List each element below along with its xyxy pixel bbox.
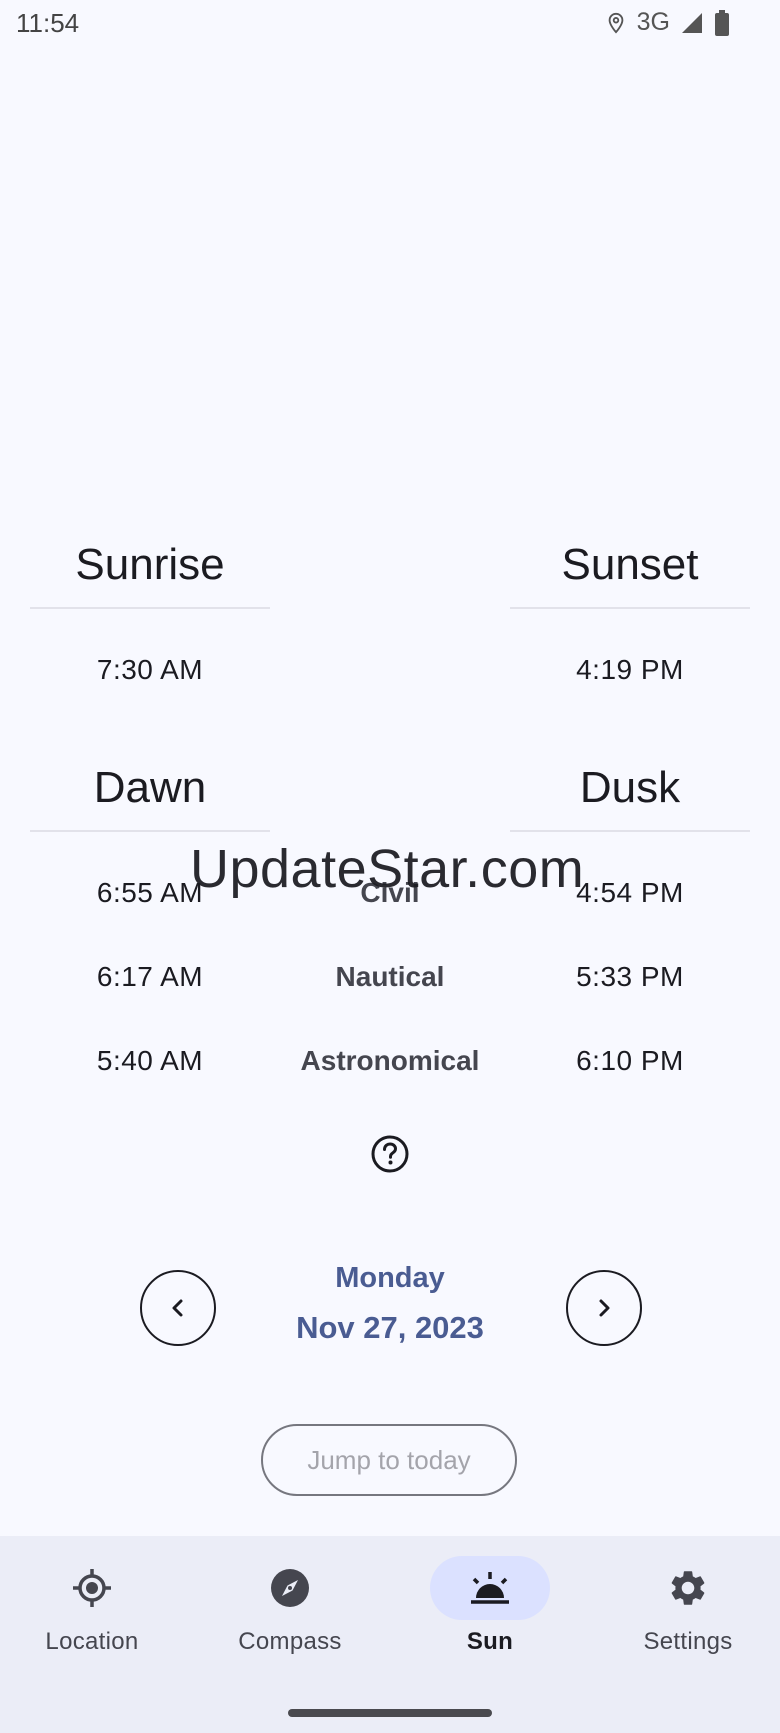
sunset-title: Sunset <box>561 540 699 589</box>
signal-icon <box>680 11 704 35</box>
nav-label-location: Location <box>45 1628 139 1655</box>
dawn-divider <box>30 830 270 832</box>
nav-label-compass: Compass <box>238 1628 342 1655</box>
chevron-left-icon <box>172 1299 183 1317</box>
sunrise-time: 7:30 AM <box>96 654 204 685</box>
nav-pill-location <box>32 1556 152 1620</box>
nav-item-compass[interactable]: Compass <box>210 1556 370 1676</box>
nav-pill-sun <box>430 1556 550 1620</box>
previous-day-button[interactable] <box>140 1270 216 1346</box>
battery-icon <box>714 9 730 36</box>
location-pin-icon <box>605 10 627 36</box>
status-time: 11:54 <box>16 8 80 38</box>
nautical-label: Nautical <box>335 961 445 992</box>
sunrise-title: Sunrise <box>75 540 225 589</box>
jump-to-today-button[interactable]: Jump to today <box>261 1424 517 1496</box>
sunrise-divider <box>30 607 270 609</box>
network-type: 3G <box>636 8 670 36</box>
next-day-button[interactable] <box>566 1270 642 1346</box>
dawn-title: Dawn <box>93 763 207 812</box>
dusk-title: Dusk <box>579 763 681 812</box>
astronomical-dawn-time: 5:40 AM <box>96 1045 204 1076</box>
status-bar: 11:54 3G <box>0 0 780 48</box>
nav-item-location[interactable]: Location <box>12 1556 172 1676</box>
sunset-time: 4:19 PM <box>576 654 684 685</box>
nav-item-sun[interactable]: Sun <box>410 1556 570 1676</box>
astronomical-dusk-time: 6:10 PM <box>576 1045 684 1076</box>
status-icons: 3G <box>605 8 730 37</box>
nav-label-settings: Settings <box>643 1628 733 1655</box>
gear-icon <box>671 1571 705 1605</box>
date-full: Nov 27, 2023 <box>296 1310 484 1345</box>
nautical-dawn-time: 6:17 AM <box>96 961 204 992</box>
help-icon[interactable] <box>370 1134 410 1174</box>
nav-item-settings[interactable]: Settings <box>608 1556 768 1676</box>
gesture-handle <box>288 1709 492 1717</box>
date-weekday: Monday <box>335 1262 445 1294</box>
dusk-divider <box>510 830 750 832</box>
compass-icon <box>271 1569 309 1607</box>
location-icon <box>73 1569 111 1607</box>
nav-pill-compass <box>230 1556 350 1620</box>
nautical-dusk-time: 5:33 PM <box>576 961 684 992</box>
chevron-right-icon <box>599 1299 610 1317</box>
nav-pill-settings <box>628 1556 748 1620</box>
nav-label-sun: Sun <box>466 1628 514 1655</box>
astronomical-label: Astronomical <box>300 1045 480 1076</box>
sunset-icon <box>471 1572 509 1604</box>
bottom-navigation: Location Compass Sun Settings <box>0 1536 780 1733</box>
watermark: UpdateStar.com <box>190 839 585 899</box>
sunset-divider <box>510 607 750 609</box>
